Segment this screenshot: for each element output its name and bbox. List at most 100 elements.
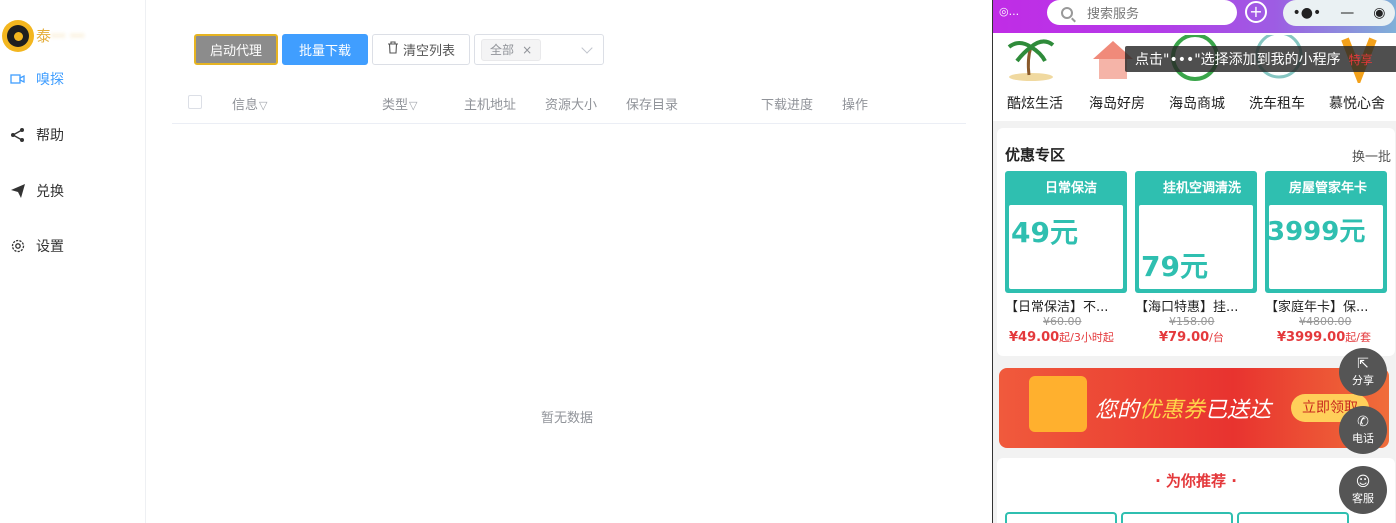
- status-indicator: ◎...: [999, 5, 1020, 18]
- sidebar-item-label: 嗅探: [36, 72, 64, 88]
- main-panel: 启动代理 批量下载 清空列表 全部 × 信息▽ 类型▽ 主机地址 资源大小 保存…: [146, 0, 992, 523]
- minimize-icon[interactable]: —: [1340, 5, 1354, 21]
- deals-section: 优惠专区 换一批 日常保洁 49元 挂机空调清洗 79元 房屋管家年卡 3999…: [997, 128, 1395, 356]
- tooltip-suffix: 特享: [1348, 52, 1373, 67]
- app-name-first: 泰: [36, 27, 52, 45]
- app-name-rest: ··· ···: [51, 27, 85, 45]
- column-progress: 下载进度: [761, 98, 814, 113]
- search-icon: [1061, 6, 1073, 19]
- service-label: 海岛商城: [1169, 96, 1225, 112]
- gear-icon: [10, 238, 26, 254]
- section-title: 优惠专区: [1005, 146, 1066, 164]
- service-label: 慕悦心舍: [1329, 96, 1385, 112]
- product-image[interactable]: 日常保洁 49元: [1005, 171, 1127, 293]
- product-price: ¥3999.00起/套: [1277, 330, 1371, 345]
- chevron-down-icon: [581, 42, 593, 54]
- sidebar-item-redeem[interactable]: 兑换: [10, 179, 64, 203]
- add-icon[interactable]: +: [1245, 1, 1267, 23]
- product-card[interactable]: [1005, 512, 1117, 523]
- clear-list-button[interactable]: 清空列表: [372, 34, 471, 65]
- product-name[interactable]: 【家庭年卡】保...: [1265, 296, 1387, 315]
- search-placeholder: 搜索服务: [1087, 7, 1140, 22]
- customer-service-label: 客服: [1352, 492, 1374, 505]
- product-card[interactable]: [1237, 512, 1349, 523]
- service-label: 海岛好房: [1089, 96, 1145, 112]
- service-label: 酷炫生活: [1007, 96, 1063, 112]
- phone-icon: ✆: [1357, 414, 1369, 430]
- phone-button[interactable]: ✆ 电话: [1339, 406, 1387, 454]
- service-label: 洗车租车: [1249, 96, 1305, 112]
- paper-plane-icon: [10, 183, 26, 199]
- product-image-title: 房屋管家年卡: [1289, 181, 1368, 196]
- filter-icon[interactable]: ▽: [259, 99, 267, 112]
- close-icon[interactable]: ◉: [1373, 5, 1385, 21]
- product-image[interactable]: 房屋管家年卡 3999元: [1265, 171, 1387, 293]
- customer-service-button[interactable]: ☺ 客服: [1339, 466, 1387, 514]
- column-info[interactable]: 信息▽: [232, 94, 267, 113]
- mini-program-topbar: ◎... 搜索服务 + •●• — ◉: [993, 0, 1396, 33]
- clear-list-label: 清空列表: [403, 44, 456, 59]
- product-original-price: ¥158.00: [1169, 315, 1215, 328]
- batch-download-button[interactable]: 批量下载: [282, 34, 369, 65]
- recommend-section: · 为你推荐 ·: [997, 458, 1395, 523]
- share-out-icon: ⇱: [1357, 356, 1369, 372]
- product-image[interactable]: 挂机空调清洗 79元: [1135, 171, 1257, 293]
- column-size: 资源大小: [545, 98, 598, 113]
- start-proxy-button[interactable]: 启动代理: [194, 34, 279, 65]
- app-logo: [2, 20, 34, 52]
- product-price: ¥79.00/台: [1159, 330, 1224, 345]
- sidebar-item-help[interactable]: 帮助: [10, 123, 64, 147]
- sidebar-item-label: 帮助: [36, 128, 64, 144]
- select-all-checkbox[interactable]: [188, 95, 202, 109]
- sidebar-item-label: 兑换: [36, 184, 64, 200]
- filter-tag-label: 全部: [490, 43, 515, 57]
- share-icon: [10, 127, 26, 143]
- product-image-price: 79元: [1141, 250, 1208, 283]
- capsule-menu: •●• — ◉: [1283, 0, 1395, 26]
- coupon-banner-text: 您的优惠券已送达: [1095, 398, 1272, 423]
- product-image-price: 49元: [1011, 216, 1078, 249]
- product-image-price: 3999元: [1267, 217, 1366, 247]
- product-name[interactable]: 【海口特惠】挂...: [1135, 296, 1257, 315]
- sidebar-item-settings[interactable]: 设置: [10, 234, 64, 258]
- column-actions: 操作: [842, 98, 869, 113]
- product-price: ¥49.00起/3小时起: [1009, 330, 1114, 345]
- customer-service-icon: ☺: [1355, 474, 1371, 490]
- share-button[interactable]: ⇱ 分享: [1339, 348, 1387, 396]
- product-card[interactable]: [1121, 512, 1233, 523]
- more-icon[interactable]: •●•: [1293, 5, 1322, 21]
- mini-program-panel: ◎... 搜索服务 + •●• — ◉ 酷炫生活 海岛好房 海岛商城 洗车租车 …: [992, 0, 1396, 523]
- sidebar-item-sniff[interactable]: 嗅探: [10, 67, 64, 91]
- empty-state-text: 暂无数据: [541, 411, 594, 426]
- filter-tag: 全部 ×: [481, 38, 542, 61]
- product-name[interactable]: 【日常保洁】不...: [1005, 296, 1127, 315]
- product-original-price: ¥60.00: [1043, 315, 1082, 328]
- share-label: 分享: [1352, 374, 1374, 387]
- camera-icon: [10, 71, 26, 87]
- product-original-price: ¥4800.00: [1299, 315, 1352, 328]
- column-type[interactable]: 类型▽: [382, 94, 417, 113]
- palm-tree-icon[interactable]: [1003, 35, 1059, 83]
- gift-icon: [1029, 376, 1087, 432]
- table-header: 信息▽ 类型▽ 主机地址 资源大小 保存目录 下载进度 操作: [172, 88, 966, 124]
- tooltip-text: 点击"•••"选择添加到我的小程序: [1135, 52, 1341, 68]
- column-save-dir: 保存目录: [626, 98, 679, 113]
- product-image-title: 日常保洁: [1045, 181, 1098, 196]
- sidebar: 泰··· ··· 嗅探 帮助 兑换 设置: [0, 0, 146, 523]
- recommend-title: · 为你推荐 ·: [1155, 472, 1237, 490]
- add-to-my-programs-tooltip: 点击"•••"选择添加到我的小程序 特享: [1125, 46, 1396, 72]
- app-window: 泰··· ··· 嗅探 帮助 兑换 设置 启动代理 批量下载 清空列表 全部 ×…: [0, 0, 1396, 523]
- service-search-input[interactable]: 搜索服务: [1047, 0, 1237, 25]
- close-icon[interactable]: ×: [522, 43, 532, 57]
- refresh-batch-link[interactable]: 换一批: [1352, 146, 1391, 165]
- toolbar: 启动代理 批量下载 清空列表 全部 ×: [194, 34, 605, 65]
- app-name: 泰··· ···: [36, 25, 84, 46]
- type-filter-select[interactable]: 全部 ×: [474, 34, 605, 65]
- trash-icon: [387, 41, 399, 58]
- filter-icon[interactable]: ▽: [409, 99, 417, 112]
- column-host: 主机地址: [464, 98, 517, 113]
- product-image-title: 挂机空调清洗: [1163, 181, 1242, 196]
- phone-label: 电话: [1352, 432, 1374, 445]
- coupon-banner[interactable]: 您的优惠券已送达 立即领取: [999, 368, 1389, 448]
- sidebar-item-label: 设置: [36, 239, 64, 255]
